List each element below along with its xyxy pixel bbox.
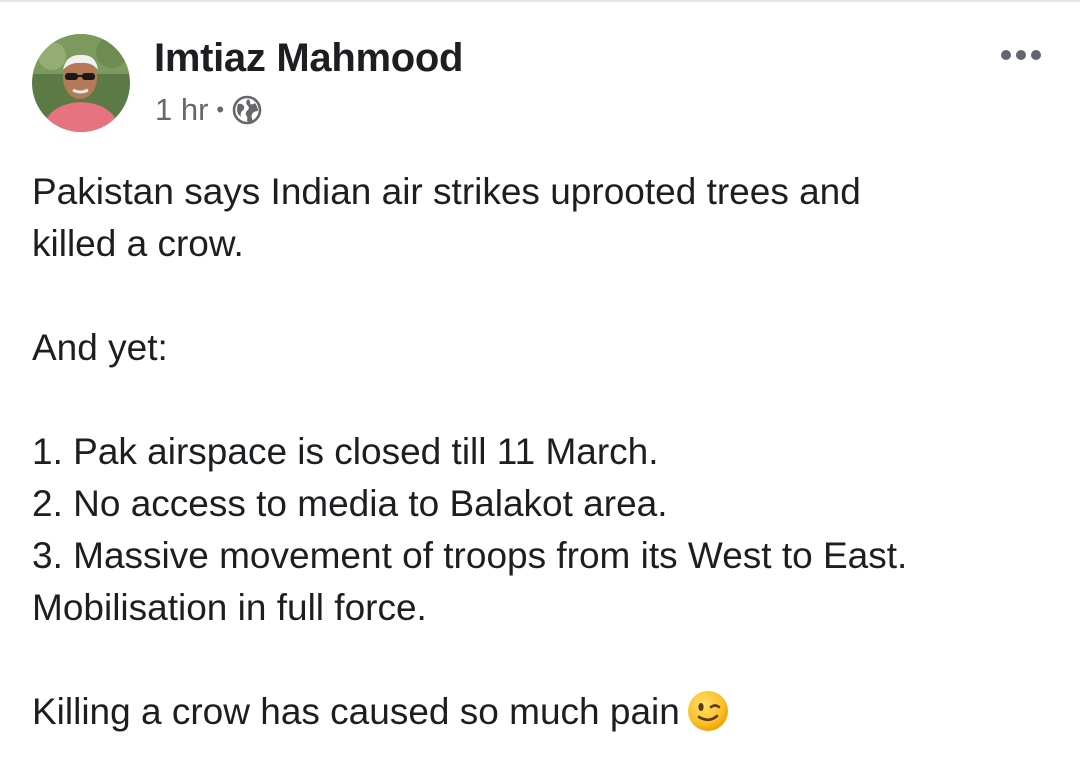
post-text-last-line: Killing a crow has caused so much pain	[32, 686, 1042, 738]
avatar-photo	[32, 34, 130, 132]
post-timestamp[interactable]: 1 hr	[155, 92, 208, 128]
post-text-line: And yet:	[32, 327, 168, 368]
globe-icon[interactable]	[232, 95, 262, 125]
post-text-line: Pakistan says Indian air strikes uproote…	[32, 171, 861, 212]
post-text-line: 3. Massive movement of troops from its W…	[32, 535, 908, 576]
meta-separator: •	[216, 97, 225, 122]
post-meta: 1 hr •	[155, 92, 262, 128]
post-text-line: 1. Pak airspace is closed till 11 March.	[32, 431, 659, 472]
post-text-line: 2. No access to media to Balakot area.	[32, 483, 668, 524]
menu-dot	[1001, 50, 1011, 60]
menu-dot	[1031, 50, 1041, 60]
facebook-post: Imtiaz Mahmood 1 hr • Pakistan says Indi…	[0, 0, 1080, 759]
author-name[interactable]: Imtiaz Mahmood	[154, 36, 463, 81]
post-text-line: killed a crow.	[32, 223, 244, 264]
post-body: Pakistan says Indian air strikes uproote…	[32, 166, 1042, 738]
post-text-line: Killing a crow has caused so much pain	[32, 691, 680, 732]
winking-face-emoji	[686, 689, 730, 733]
more-options-icon[interactable]	[994, 40, 1048, 70]
post-header: Imtiaz Mahmood 1 hr •	[32, 34, 1048, 134]
post-text-line: Mobilisation in full force.	[32, 587, 427, 628]
menu-dot	[1016, 50, 1026, 60]
avatar[interactable]	[32, 34, 130, 132]
